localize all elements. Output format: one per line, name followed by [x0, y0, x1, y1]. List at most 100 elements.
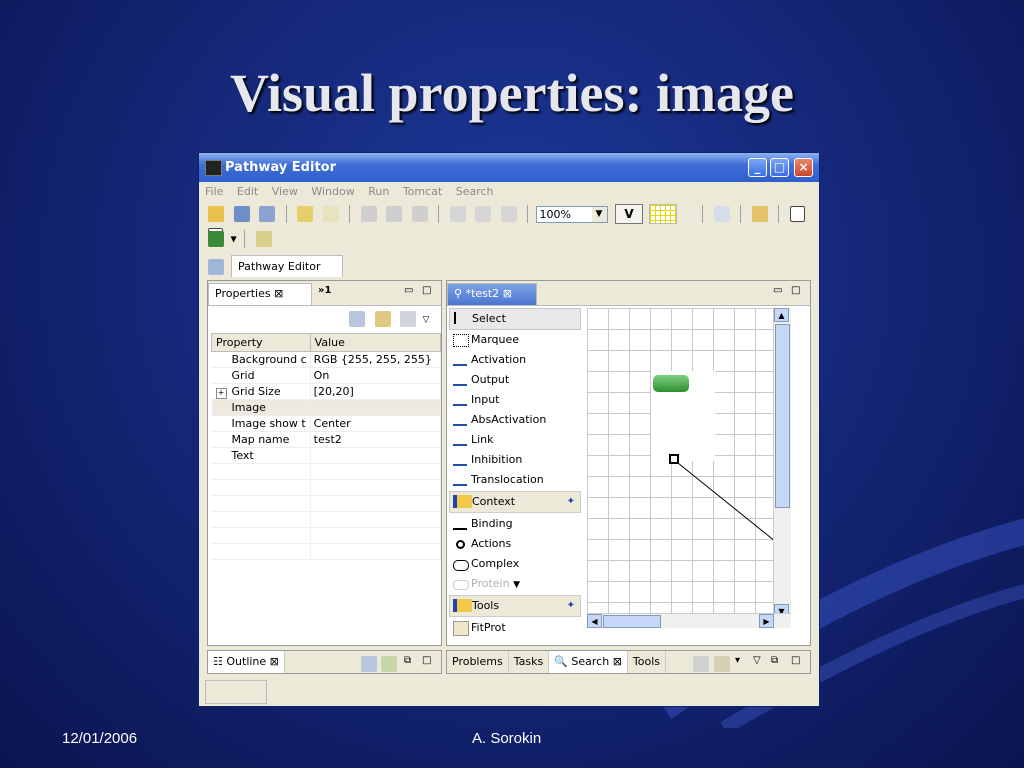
align-bottom-icon[interactable]	[500, 206, 517, 222]
pin-icon[interactable]: ✦	[567, 596, 575, 616]
property-value[interactable]: RGB {255, 255, 255}	[310, 351, 442, 368]
open-folder-icon[interactable]	[208, 206, 224, 222]
run-dropdown-icon[interactable]: ▼	[231, 235, 237, 244]
restore-view-icon[interactable]: ⧉	[771, 655, 778, 666]
pin-view-icon[interactable]	[714, 656, 730, 672]
property-value[interactable]: On	[310, 367, 442, 384]
table-row[interactable]: + Grid Size [20,20]	[211, 383, 442, 400]
scroll-thumb[interactable]	[775, 324, 790, 508]
close-icon[interactable]: ⊠	[274, 287, 283, 300]
table-row[interactable]: Text	[211, 447, 442, 464]
align-left-icon[interactable]	[360, 206, 377, 222]
palette-marquee[interactable]: Marquee	[449, 330, 581, 350]
menu-view[interactable]: View	[272, 185, 298, 198]
scroll-left-icon[interactable]: ◀	[587, 614, 602, 628]
table-row[interactable]: Grid On	[211, 367, 442, 384]
column-header-property[interactable]: Property	[211, 333, 311, 352]
tab-tools[interactable]: Tools	[628, 651, 667, 673]
maximize-view-icon[interactable]: □	[791, 655, 800, 666]
palette-actions[interactable]: Actions	[449, 534, 581, 554]
palette-complex[interactable]: Complex	[449, 554, 581, 574]
table-row[interactable]: Background c RGB {255, 255, 255}	[211, 351, 442, 368]
table-row[interactable]: Map name test2	[211, 431, 442, 448]
grid-toggle-icon[interactable]	[648, 204, 677, 224]
close-icon[interactable]: ⊠	[613, 655, 622, 668]
page-p-icon[interactable]	[789, 206, 805, 222]
menu-edit[interactable]: Edit	[237, 185, 258, 198]
menu-run[interactable]: Run	[368, 185, 389, 198]
tab-tasks[interactable]: Tasks	[509, 651, 550, 673]
tab-search[interactable]: 🔍 Search ⊠	[549, 651, 628, 673]
diagram-canvas[interactable]: ▲ ▼ ◀ ▶	[587, 308, 791, 628]
palette-input[interactable]: Input	[449, 390, 581, 410]
tab-pathway-editor[interactable]: Pathway Editor	[231, 255, 343, 277]
palette-link[interactable]: Link	[449, 430, 581, 450]
wand-icon[interactable]	[751, 206, 768, 222]
align-right-icon[interactable]	[411, 206, 428, 222]
selection-handle[interactable]	[669, 454, 679, 464]
window-title-bar[interactable]: Pathway Editor _ □ ×	[199, 153, 819, 182]
property-value[interactable]	[310, 447, 442, 464]
table-row-selected[interactable]: Image	[211, 399, 442, 416]
palette-inhibition[interactable]: Inhibition	[449, 450, 581, 470]
open-perspective-icon[interactable]	[208, 259, 224, 275]
property-value[interactable]: test2	[310, 431, 442, 448]
run-icon[interactable]	[208, 231, 224, 247]
validate-button[interactable]: V	[615, 204, 643, 224]
property-value[interactable]: [20,20]	[310, 383, 442, 400]
minimize-button[interactable]: _	[748, 158, 767, 177]
maximize-view-icon[interactable]: □	[422, 655, 431, 666]
tab-outline[interactable]: ☷ Outline ⊠	[208, 651, 285, 673]
close-icon[interactable]: ⊠	[270, 655, 279, 668]
menu-window[interactable]: Window	[311, 185, 354, 198]
overview-icon[interactable]	[381, 656, 397, 672]
palette-fitprot[interactable]: FitProt	[449, 618, 581, 638]
property-value[interactable]	[310, 399, 442, 416]
tab-problems[interactable]: Problems	[447, 651, 509, 673]
tab-properties[interactable]: Properties ⊠	[208, 283, 312, 305]
menu-file[interactable]: File	[205, 185, 223, 198]
expand-icon[interactable]: +	[215, 387, 227, 399]
overflow-tab[interactable]: »1	[318, 285, 331, 296]
filter-icon[interactable]	[374, 311, 391, 327]
menu-search[interactable]: Search	[456, 185, 494, 198]
save-all-icon[interactable]	[259, 206, 275, 222]
document-icon[interactable]	[255, 231, 272, 247]
minimize-view-icon[interactable]: ▭	[773, 285, 782, 296]
redo-icon[interactable]	[322, 206, 339, 222]
tree-icon[interactable]	[361, 656, 377, 672]
scroll-right-icon[interactable]: ▶	[759, 614, 774, 628]
maximize-view-icon[interactable]: □	[422, 285, 431, 296]
align-top-icon[interactable]	[449, 206, 466, 222]
back-icon[interactable]	[713, 206, 730, 222]
categories-icon[interactable]	[349, 311, 365, 327]
undo-icon[interactable]	[297, 206, 313, 222]
drawer-context[interactable]: Context ✦	[449, 491, 581, 513]
view-menu-icon[interactable]: ▽	[753, 655, 761, 666]
zoom-select[interactable]: 100% ▼	[535, 205, 608, 223]
palette-absactivation[interactable]: AbsActivation	[449, 410, 581, 430]
horizontal-scrollbar[interactable]: ◀ ▶	[587, 613, 791, 628]
palette-activation[interactable]: Activation	[449, 350, 581, 370]
chevron-down-icon[interactable]: ▾	[735, 655, 740, 666]
align-middle-icon[interactable]	[475, 206, 491, 222]
minimize-view-icon[interactable]: ▭	[404, 285, 413, 296]
connection-line[interactable]	[587, 308, 791, 628]
maximize-view-icon[interactable]: □	[791, 285, 800, 296]
vertical-scrollbar[interactable]: ▲ ▼	[773, 308, 791, 618]
drawer-tools[interactable]: Tools ✦	[449, 595, 581, 617]
restore-view-icon[interactable]: ⧉	[404, 655, 411, 666]
chevron-down-icon[interactable]: ▼	[591, 206, 607, 222]
view-menu-icon[interactable]: ▽	[423, 315, 430, 325]
chevron-down-icon[interactable]: ▼	[513, 580, 520, 590]
palette-translocation[interactable]: Translocation	[449, 470, 581, 490]
align-center-icon[interactable]	[386, 206, 402, 222]
maximize-button[interactable]: □	[770, 158, 789, 177]
close-icon[interactable]: ⊠	[503, 287, 512, 300]
tab-test2[interactable]: ⚲ *test2 ⊠	[447, 283, 537, 305]
palette-select[interactable]: Select	[449, 308, 581, 330]
advanced-icon[interactable]	[400, 311, 416, 327]
save-icon[interactable]	[233, 206, 250, 222]
close-button[interactable]: ×	[794, 158, 813, 177]
palette-output[interactable]: Output	[449, 370, 581, 390]
